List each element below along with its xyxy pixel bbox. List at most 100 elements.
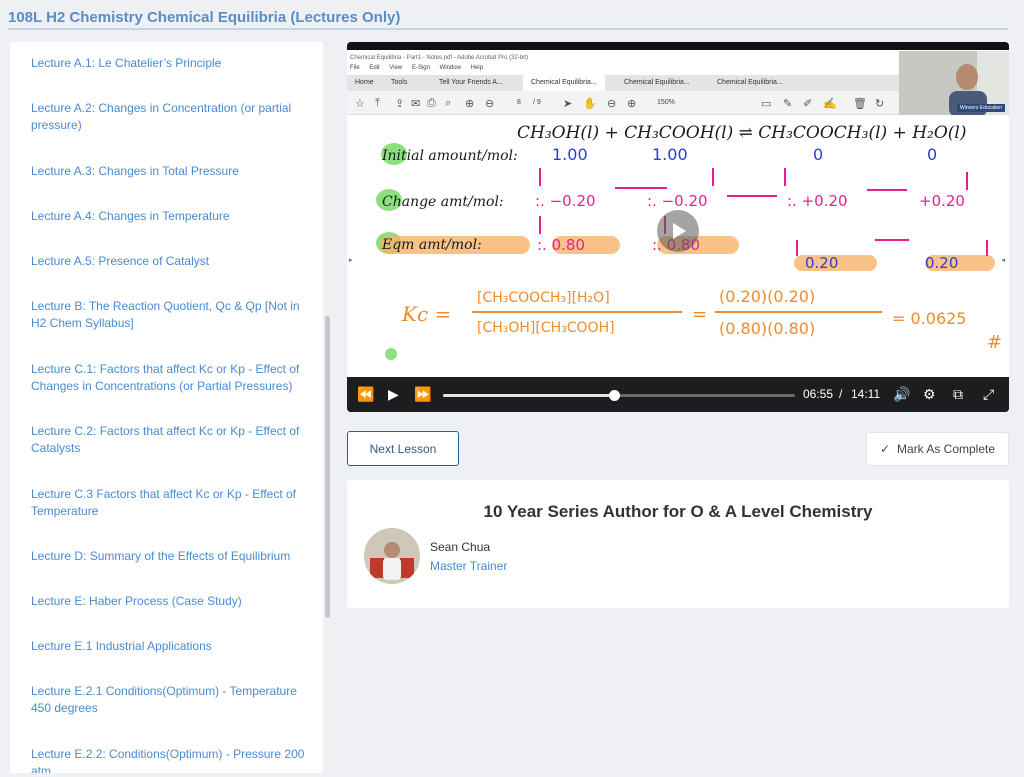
sidebar-scrollbar[interactable] (323, 42, 333, 773)
cursor-icon: ➤ (563, 98, 573, 110)
notes-eqm-value: 0.20 (805, 254, 838, 272)
acrobat-tab: Chemical Equilibria... (717, 79, 783, 86)
notes-change-value: :. +0.20 (787, 192, 848, 210)
highlight-icon: ✐ (803, 98, 813, 110)
notes-change-value: +0.20 (919, 192, 965, 210)
avatar-image (364, 528, 420, 584)
notes-change-value: :. −0.20 (647, 192, 708, 210)
page-up-icon: ⊕ (465, 98, 475, 110)
notes-kc-denominator: [CH₃OH][CH₃COOH] (477, 320, 615, 336)
webcam-feed: Winners Education (899, 51, 1009, 115)
acrobat-tab: Tools (391, 79, 408, 86)
hand-icon: ✋ (583, 98, 597, 110)
notes-row-initial: Initial amount/mol: (381, 148, 518, 164)
notes-equals: = (692, 304, 707, 325)
lesson-item[interactable]: Lecture A.2: Changes in Concentration (o… (31, 100, 311, 134)
lesson-item[interactable]: Lecture C.2: Factors that affect Kc or K… (31, 423, 311, 457)
fullscreen-icon[interactable]: ⤢ (983, 386, 994, 402)
bookmark-icon: ☆ (355, 98, 365, 110)
search-icon: ⌕ (445, 97, 452, 109)
author-heading: 10 Year Series Author for O & A Level Ch… (483, 502, 873, 521)
progress-knob[interactable] (609, 390, 621, 401)
lesson-item[interactable]: Lecture E.1 Industrial Applications (31, 638, 311, 655)
video-player[interactable]: Chemical Equilibria - Part1 - Notes.pdf … (347, 42, 1009, 412)
mark-complete-label: Mark As Complete (897, 442, 996, 456)
author-card: 10 Year Series Author for O & A Level Ch… (347, 480, 1009, 608)
zoom-out-icon: ⊖ (607, 98, 617, 110)
page-total: / 9 (533, 99, 541, 106)
play-overlay-button[interactable] (657, 210, 699, 252)
notes-row-change: Change amt/mol: (382, 194, 504, 210)
notes-kc-result: = 0.0625 (892, 309, 966, 328)
time-separator: / (839, 387, 843, 401)
webcam-label: Winners Education (957, 104, 1005, 112)
acrobat-tab: Chemical Equilibria... (624, 79, 690, 86)
lesson-item[interactable]: Lecture E: Haber Process (Case Study) (31, 593, 311, 610)
popout-icon[interactable]: ⧉ (953, 386, 963, 402)
mark-complete-button[interactable]: ✓ Mark As Complete (866, 432, 1009, 466)
lesson-item[interactable]: Lecture A.5: Presence of Catalyst (31, 253, 311, 270)
title-divider (8, 28, 1008, 30)
acrobat-tab: Tell Your Friends A... (439, 79, 503, 86)
notes-change-value: :. −0.20 (535, 192, 596, 210)
author-role[interactable]: Master Trainer (430, 559, 507, 573)
pen-icon: ✎ (783, 98, 793, 110)
save-icon: ⤒ (375, 97, 380, 109)
progress-fill (443, 394, 615, 397)
lesson-item[interactable]: Lecture D: Summary of the Effects of Equ… (31, 548, 311, 565)
video-controls: ⏪ ▶ ⏩ 06:55 / 14:11 🔊 ⚙ ⧉ ⤢ (347, 377, 1009, 412)
comment-icon: ▭ (761, 98, 772, 110)
progress-bar[interactable] (443, 390, 795, 401)
zoom-in-icon: ⊕ (627, 98, 637, 110)
acrobat-window-title: Chemical Equilibria - Part1 - Notes.pdf … (350, 55, 529, 61)
page-down-icon: ⊖ (485, 98, 495, 110)
play-icon[interactable]: ▶ (388, 386, 399, 402)
page-number: 8 (517, 99, 521, 106)
lesson-item[interactable]: Lecture C.1: Factors that affect Kc or K… (31, 361, 311, 395)
course-title: 108L H2 Chemistry Chemical Equilibria (L… (8, 9, 401, 26)
delete-icon: 🗑 (853, 98, 867, 110)
acrobat-menu-item: File (350, 65, 360, 71)
rewind-icon[interactable]: ⏪ (357, 386, 374, 402)
lesson-item[interactable]: Lecture A.1: Le Chatelier’s Principle (31, 55, 311, 72)
lesson-item[interactable]: Lecture C.3 Factors that affect Kc or Kp… (31, 486, 311, 520)
volume-icon[interactable]: 🔊 (893, 386, 910, 402)
notes-eqm-value: 0.20 (925, 254, 958, 272)
time-total: 14:11 (851, 387, 881, 401)
acrobat-menu-item: E-Sign (411, 65, 430, 71)
acrobat-tab: Home (355, 79, 374, 86)
lesson-item[interactable]: Lecture B: The Reaction Quotient, Qc & Q… (31, 298, 311, 332)
fast-forward-icon[interactable]: ⏩ (414, 386, 431, 402)
acrobat-menu-item: Window (439, 65, 461, 71)
pdf-prev-icon: ▸ (349, 257, 353, 264)
lesson-item[interactable]: Lecture A.4: Changes in Temperature (31, 208, 311, 225)
check-icon: ✓ (879, 442, 890, 456)
notes-kc-sub-numerator: (0.20)(0.20) (719, 287, 815, 306)
lesson-item[interactable]: Lecture E.2.1 Conditions(Optimum) - Temp… (31, 683, 311, 717)
sign-icon: ✍ (823, 98, 837, 110)
lesson-item[interactable]: Lecture A.3: Changes in Total Pressure (31, 163, 311, 180)
acrobat-menu-bar: File Edit View E-Sign Window Help (350, 65, 491, 71)
sidebar-scrollbar-thumb[interactable] (325, 316, 330, 618)
settings-icon[interactable]: ⚙ (923, 386, 936, 402)
author-name: Sean Chua (430, 540, 491, 554)
acrobat-menu-item: View (389, 65, 403, 71)
print-icon: ⎙ (427, 97, 436, 109)
notes-kc-numerator: [CH₃COOCH₃][H₂O] (477, 290, 610, 306)
upload-icon: ⇪ (395, 98, 405, 110)
notes-kc-sub-denominator: (0.80)(0.80) (719, 319, 815, 338)
acrobat-menu-item: Help (470, 65, 483, 71)
zoom-level: 150% (657, 99, 675, 106)
lesson-item[interactable]: Lecture E.2.2: Conditions(Optimum) - Pre… (31, 746, 311, 773)
notes-equation: CH₃OH(l) + CH₃COOH(l) ⇌ CH₃COOCH₃(l) + H… (517, 123, 966, 143)
lesson-sidebar: Lecture A.1: Le Chatelier’s Principle Le… (10, 42, 323, 773)
notes-hash: # (987, 332, 1002, 353)
notes-initial-value: 1.00 (552, 145, 588, 164)
notes-initial-value: 0 (927, 145, 937, 164)
notes-row-eqm: Eqm amt/mol: (381, 237, 482, 253)
next-lesson-button[interactable]: Next Lesson (347, 431, 459, 466)
notes-initial-value: 0 (813, 145, 823, 164)
video-screen[interactable]: Chemical Equilibria - Part1 - Notes.pdf … (347, 50, 1009, 377)
pdf-next-icon: ◂ (1001, 257, 1005, 264)
notes-eqm-value: :. 0.80 (537, 236, 585, 254)
